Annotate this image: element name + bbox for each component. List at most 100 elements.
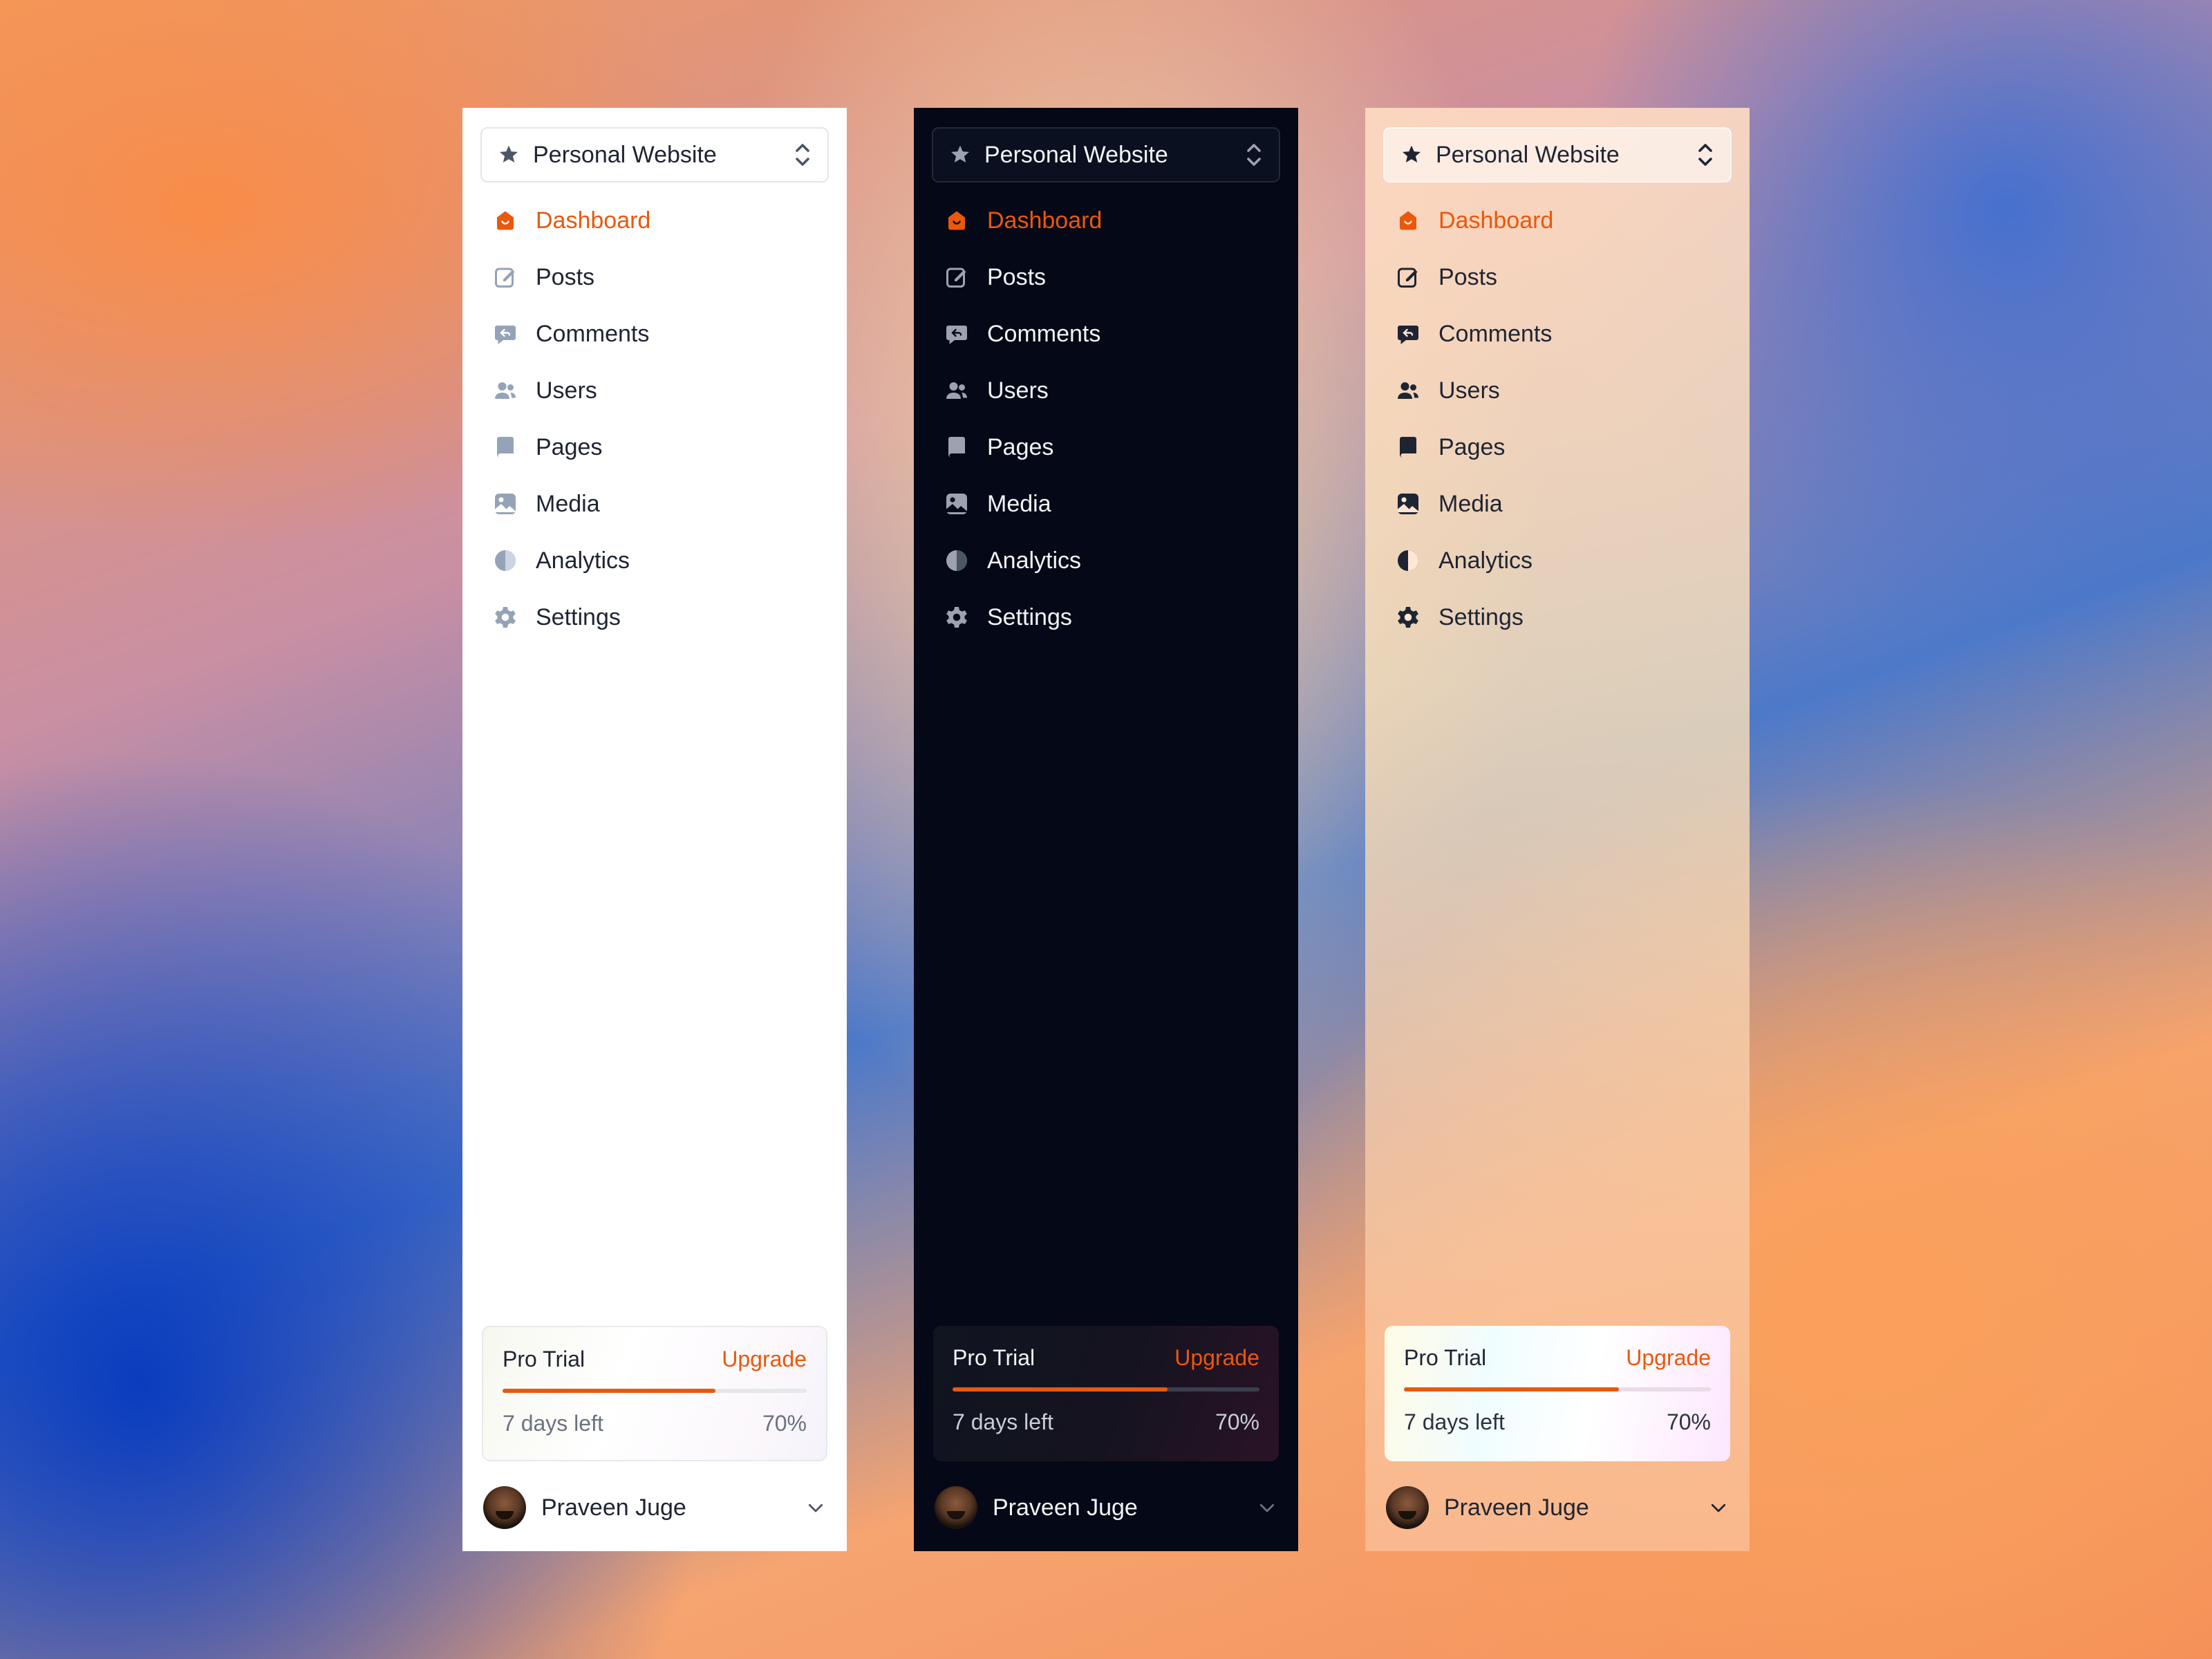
nav-label: Dashboard (987, 207, 1103, 234)
nav-item-comments[interactable]: Comments (1383, 306, 1732, 362)
nav-item-posts[interactable]: Posts (932, 249, 1280, 306)
nav-label: Analytics (987, 547, 1082, 574)
trial-progress-fill (503, 1389, 715, 1393)
nav-label: Media (536, 490, 600, 517)
pie-icon (1398, 550, 1418, 571)
site-name: Personal Website (533, 141, 717, 168)
nav-list: Dashboard Posts Comments Users Pages Med… (1383, 192, 1732, 646)
trial-progress-fill (953, 1387, 1168, 1391)
chevron-up-down-icon (1247, 144, 1261, 166)
edit-icon (1398, 268, 1418, 288)
nav-item-dashboard[interactable]: Dashboard (480, 192, 829, 249)
nav-label: Settings (536, 603, 621, 630)
nav-item-users[interactable]: Users (480, 362, 829, 419)
user-name: Praveen Juge (993, 1494, 1138, 1521)
nav-label: Dashboard (536, 207, 651, 234)
users-icon (1398, 382, 1418, 399)
trial-progress-bar (1404, 1387, 1711, 1391)
book-icon (1400, 437, 1416, 458)
star-icon (950, 145, 970, 163)
nav-label: Users (1438, 377, 1500, 404)
nav-item-analytics[interactable]: Analytics (480, 532, 829, 589)
nav-label: Pages (1438, 433, 1506, 460)
gear-icon (495, 607, 516, 628)
user-menu[interactable]: Praveen Juge (935, 1483, 1277, 1532)
home-icon (1400, 211, 1416, 230)
nav-item-media[interactable]: Media (932, 476, 1280, 532)
trial-title: Pro Trial (1404, 1345, 1487, 1370)
nav-item-comments[interactable]: Comments (932, 306, 1280, 362)
image-icon (946, 494, 967, 514)
days-left: 7 days left (1404, 1409, 1505, 1434)
nav-label: Users (536, 377, 597, 404)
trial-percent: 70% (1215, 1409, 1259, 1434)
nav-item-dashboard[interactable]: Dashboard (932, 192, 1280, 249)
nav-item-settings[interactable]: Settings (1383, 589, 1732, 646)
book-icon (948, 437, 965, 458)
nav-item-pages[interactable]: Pages (1383, 419, 1732, 476)
trial-percent: 70% (762, 1411, 807, 1436)
nav-item-dashboard[interactable]: Dashboard (1383, 192, 1732, 249)
nav-item-posts[interactable]: Posts (1383, 249, 1732, 306)
sidebar-dark: Personal Website Dashboard Posts Comment… (914, 108, 1298, 1551)
site-name: Personal Website (1436, 141, 1620, 168)
pie-icon (495, 550, 516, 571)
image-icon (495, 494, 516, 514)
nav-list: Dashboard Posts Comments Users Pages Med… (480, 192, 829, 646)
user-menu[interactable]: Praveen Juge (1386, 1483, 1729, 1532)
upgrade-link[interactable]: Upgrade (1626, 1345, 1711, 1371)
nav-item-settings[interactable]: Settings (480, 589, 829, 646)
days-left: 7 days left (953, 1409, 1053, 1434)
upgrade-link[interactable]: Upgrade (1174, 1345, 1259, 1371)
trial-progress-bar (503, 1389, 807, 1393)
nav-label: Users (987, 377, 1049, 404)
avatar (1386, 1486, 1429, 1529)
nav-item-media[interactable]: Media (1383, 476, 1732, 532)
sidebar-warm: Personal Website Dashboard Posts Comment… (1365, 108, 1750, 1551)
chevron-down-icon (808, 1503, 823, 1512)
users-icon (495, 382, 516, 399)
nav-item-media[interactable]: Media (480, 476, 829, 532)
chat-icon (495, 326, 516, 344)
pro-trial-card: Pro Trial Upgrade 7 days left 70% (933, 1326, 1279, 1461)
workspace-switcher[interactable]: Personal Website (1383, 127, 1732, 182)
upgrade-link[interactable]: Upgrade (722, 1347, 807, 1372)
nav-label: Comments (1438, 320, 1553, 347)
nav-label: Posts (987, 263, 1047, 290)
nav-list: Dashboard Posts Comments Users Pages Med… (932, 192, 1280, 646)
user-name: Praveen Juge (1444, 1494, 1589, 1521)
chat-icon (946, 326, 967, 344)
nav-item-settings[interactable]: Settings (932, 589, 1280, 646)
days-left: 7 days left (503, 1411, 603, 1436)
workspace-switcher[interactable]: Personal Website (480, 127, 829, 182)
nav-item-comments[interactable]: Comments (480, 306, 829, 362)
home-icon (948, 211, 965, 230)
user-menu[interactable]: Praveen Juge (483, 1483, 826, 1532)
pro-trial-card: Pro Trial Upgrade 7 days left 70% (482, 1326, 827, 1461)
nav-item-pages[interactable]: Pages (932, 419, 1280, 476)
nav-label: Comments (987, 320, 1101, 347)
trial-progress-fill (1404, 1387, 1619, 1391)
star-icon (1402, 145, 1421, 163)
workspace-switcher[interactable]: Personal Website (932, 127, 1280, 182)
book-icon (497, 437, 514, 458)
users-icon (946, 382, 967, 399)
user-name: Praveen Juge (541, 1494, 686, 1521)
avatar (483, 1486, 526, 1529)
nav-item-analytics[interactable]: Analytics (1383, 532, 1732, 589)
trial-progress-bar (953, 1387, 1259, 1391)
image-icon (1398, 494, 1418, 514)
gear-icon (1398, 607, 1418, 628)
nav-item-users[interactable]: Users (1383, 362, 1732, 419)
nav-label: Settings (987, 603, 1072, 630)
chevron-down-icon (1259, 1503, 1275, 1512)
home-icon (497, 211, 514, 230)
nav-item-users[interactable]: Users (932, 362, 1280, 419)
sidebar-light: Personal Website Dashboard Posts Comment… (462, 108, 847, 1551)
chevron-up-down-icon (1698, 144, 1712, 166)
nav-label: Media (987, 490, 1051, 517)
nav-item-posts[interactable]: Posts (480, 249, 829, 306)
nav-label: Posts (536, 263, 595, 290)
nav-item-pages[interactable]: Pages (480, 419, 829, 476)
nav-item-analytics[interactable]: Analytics (932, 532, 1280, 589)
